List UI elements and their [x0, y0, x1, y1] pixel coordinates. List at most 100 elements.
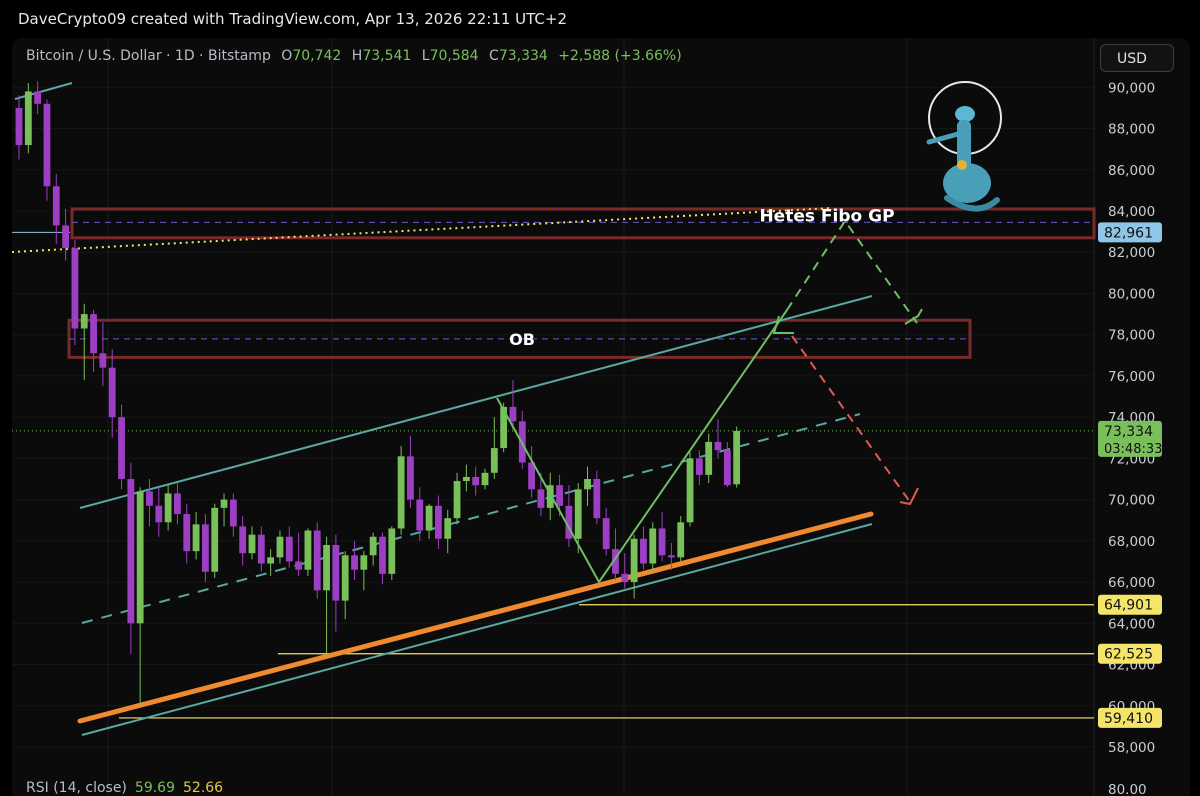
- candle-body[interactable]: [341, 555, 349, 601]
- candle-body[interactable]: [52, 186, 60, 226]
- candle-body[interactable]: [43, 103, 51, 187]
- candle-body[interactable]: [146, 491, 153, 506]
- candle-body[interactable]: [276, 536, 284, 558]
- close-value: 73,334: [498, 48, 548, 64]
- open-key: O: [281, 48, 293, 64]
- candle-body[interactable]: [304, 530, 312, 570]
- candle-body[interactable]: [118, 417, 125, 479]
- price-tick-label: 86,000: [1108, 163, 1155, 179]
- candle-body[interactable]: [677, 522, 685, 558]
- price-tick-label: 76,000: [1108, 369, 1155, 385]
- price-tick-label: 78,000: [1108, 328, 1155, 344]
- candle-body[interactable]: [425, 505, 433, 531]
- candle-body[interactable]: [248, 534, 256, 554]
- candle-body[interactable]: [407, 456, 414, 500]
- candle-body[interactable]: [257, 534, 265, 564]
- candle-body[interactable]: [239, 526, 247, 554]
- candle-body[interactable]: [602, 518, 610, 550]
- price-tick-label: 82,000: [1108, 245, 1155, 261]
- candle-body[interactable]: [574, 489, 582, 539]
- change-value: +2,588 (+3.66%): [558, 48, 682, 64]
- candle-body[interactable]: [705, 441, 713, 475]
- price-tag-label: 64,901: [1104, 598, 1153, 614]
- candle-body[interactable]: [397, 456, 405, 529]
- candle-body[interactable]: [24, 91, 32, 146]
- candle-body[interactable]: [723, 450, 731, 486]
- candle-body[interactable]: [537, 489, 545, 508]
- currency-button[interactable]: USD: [1100, 44, 1174, 72]
- candle-body[interactable]: [658, 528, 666, 556]
- candle-body[interactable]: [80, 314, 88, 329]
- candle-body[interactable]: [323, 544, 330, 591]
- price-tick-label: 68,000: [1108, 534, 1155, 550]
- top-bar: DaveCrypto09 created with TradingView.co…: [0, 0, 1200, 38]
- candle-body[interactable]: [388, 528, 396, 574]
- candle-body[interactable]: [164, 493, 172, 523]
- price-chart[interactable]: 90,000 88,000 86,000 84,000 82,000 80,000 78,0…: [12, 38, 1190, 796]
- candle-body[interactable]: [34, 91, 42, 104]
- candle-body[interactable]: [267, 557, 275, 564]
- candle-body[interactable]: [192, 524, 200, 552]
- candle-body[interactable]: [509, 406, 517, 422]
- candle-body[interactable]: [99, 353, 107, 368]
- price-tick-label: 90,000: [1108, 80, 1155, 96]
- candle-body[interactable]: [108, 367, 116, 418]
- price-tick-label: 64,000: [1108, 616, 1155, 632]
- candle-body[interactable]: [444, 518, 452, 539]
- candle-body[interactable]: [621, 573, 629, 583]
- candle-body[interactable]: [285, 536, 293, 562]
- candle-body[interactable]: [435, 505, 442, 539]
- candle-body[interactable]: [360, 555, 368, 570]
- candle-body[interactable]: [462, 476, 470, 482]
- candle-body[interactable]: [714, 441, 722, 451]
- candle-body[interactable]: [472, 476, 480, 486]
- symbol-legend: Bitcoin / U.S. Dollar · 1D · Bitstamp O 7…: [26, 48, 682, 64]
- candle-body[interactable]: [453, 481, 461, 519]
- low-key: L: [421, 48, 430, 64]
- candle-body[interactable]: [295, 561, 302, 570]
- candle-body[interactable]: [584, 479, 591, 490]
- candle-body[interactable]: [556, 485, 563, 506]
- candle-body[interactable]: [183, 514, 191, 552]
- candle-body[interactable]: [416, 499, 424, 531]
- candle-body[interactable]: [90, 314, 97, 354]
- candle-body[interactable]: [127, 479, 135, 624]
- rsi-legend: RSI (14, close) 59.69 52.66: [26, 780, 223, 796]
- rsi-axis-tick: 80.00: [1108, 782, 1147, 796]
- candle-body[interactable]: [668, 555, 675, 558]
- candle-body[interactable]: [733, 430, 741, 485]
- close-key: C: [489, 48, 499, 64]
- candle-body[interactable]: [136, 491, 144, 624]
- price-tag-label: 59,410: [1104, 711, 1153, 727]
- candle-body[interactable]: [686, 458, 694, 523]
- candle-body[interactable]: [630, 538, 638, 583]
- candle-body[interactable]: [71, 248, 79, 329]
- chart-frame[interactable]: 90,000 88,000 86,000 84,000 82,000 80,000 78,0…: [12, 38, 1190, 796]
- candle-body[interactable]: [593, 479, 601, 519]
- low-value: 70,584: [429, 48, 479, 64]
- candle-body[interactable]: [220, 499, 228, 508]
- candle-body[interactable]: [649, 528, 657, 564]
- candle-body[interactable]: [174, 493, 181, 515]
- candle-body[interactable]: [15, 107, 23, 146]
- candle-body[interactable]: [229, 499, 237, 527]
- candle-body[interactable]: [481, 472, 489, 486]
- rsi-title[interactable]: RSI (14, close): [26, 780, 127, 796]
- candle-body[interactable]: [695, 458, 703, 475]
- candle-body[interactable]: [211, 507, 219, 572]
- arrow-head-down: [899, 487, 919, 506]
- countdown-label: 03:48:33: [1104, 442, 1162, 457]
- candle-body[interactable]: [202, 524, 209, 572]
- candle-body[interactable]: [640, 538, 647, 564]
- symbol-title[interactable]: Bitcoin / U.S. Dollar · 1D · Bitstamp: [26, 48, 271, 64]
- candle-body[interactable]: [351, 555, 358, 570]
- candle-body[interactable]: [62, 225, 69, 249]
- candle-body[interactable]: [379, 536, 386, 574]
- candle-body[interactable]: [155, 505, 163, 523]
- candle-body[interactable]: [332, 544, 340, 601]
- price-tick-label: 84,000: [1108, 204, 1155, 220]
- candle-body[interactable]: [490, 448, 498, 473]
- candle-body[interactable]: [369, 536, 377, 556]
- candle-body[interactable]: [313, 530, 321, 591]
- ob-zone-label: OB: [509, 330, 535, 349]
